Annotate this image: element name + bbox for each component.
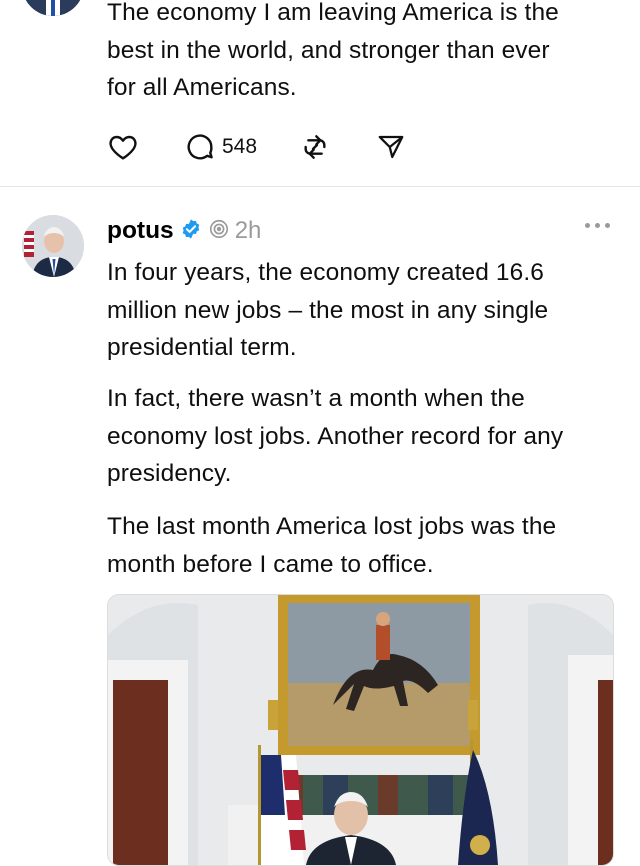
previous-post-line: best in the world, and stronger than eve…: [107, 36, 550, 64]
photo-scene: [108, 595, 613, 865]
post-image[interactable]: [107, 594, 614, 866]
heart-icon: [109, 135, 137, 160]
repost-icon: [304, 135, 326, 159]
repost-button[interactable]: [299, 131, 331, 163]
timestamp: 2h: [234, 217, 262, 244]
post-line: economy lost jobs. Another record for an…: [107, 422, 564, 450]
comment-icon: [187, 134, 213, 160]
share-icon: [378, 135, 404, 159]
post-line: presidency.: [107, 460, 232, 487]
post-line: million new jobs – the most in any singl…: [107, 296, 549, 324]
post-line: month before I came to office.: [107, 550, 434, 578]
post[interactable]: potus 2h In four years, the economy crea…: [0, 187, 640, 866]
post-body: In four years, the economy created 16.6 …: [107, 254, 607, 367]
like-button[interactable]: [107, 131, 139, 163]
post-body: In fact, there wasn’t a month when the e…: [107, 380, 607, 493]
post-body: The last month America lost jobs was the…: [107, 508, 607, 583]
username[interactable]: potus: [107, 217, 174, 245]
previous-post-text: The economy I am leaving America is the …: [107, 0, 607, 107]
share-button[interactable]: [376, 132, 406, 162]
post-line: presidential term.: [107, 334, 297, 361]
action-bar: 548: [107, 127, 406, 167]
reply-button[interactable]: 548: [184, 131, 257, 163]
avatar[interactable]: [22, 0, 84, 16]
reply-count: 548: [222, 135, 258, 158]
avatar[interactable]: [22, 215, 84, 277]
post-line: In four years, the economy created 16.6: [107, 259, 544, 286]
repost-indicator-icon: [208, 218, 230, 245]
post-line: In fact, there wasn’t a month when the: [107, 385, 525, 412]
more-options-icon[interactable]: [585, 223, 610, 228]
previous-post-line: The economy I am leaving America is the: [107, 0, 559, 26]
post-line: The last month America lost jobs was the: [107, 513, 557, 540]
post-header: potus 2h: [107, 213, 261, 249]
previous-post-line: for all Americans.: [107, 74, 297, 101]
previous-post: The economy I am leaving America is the …: [0, 0, 640, 186]
verified-badge-icon: [180, 218, 202, 245]
